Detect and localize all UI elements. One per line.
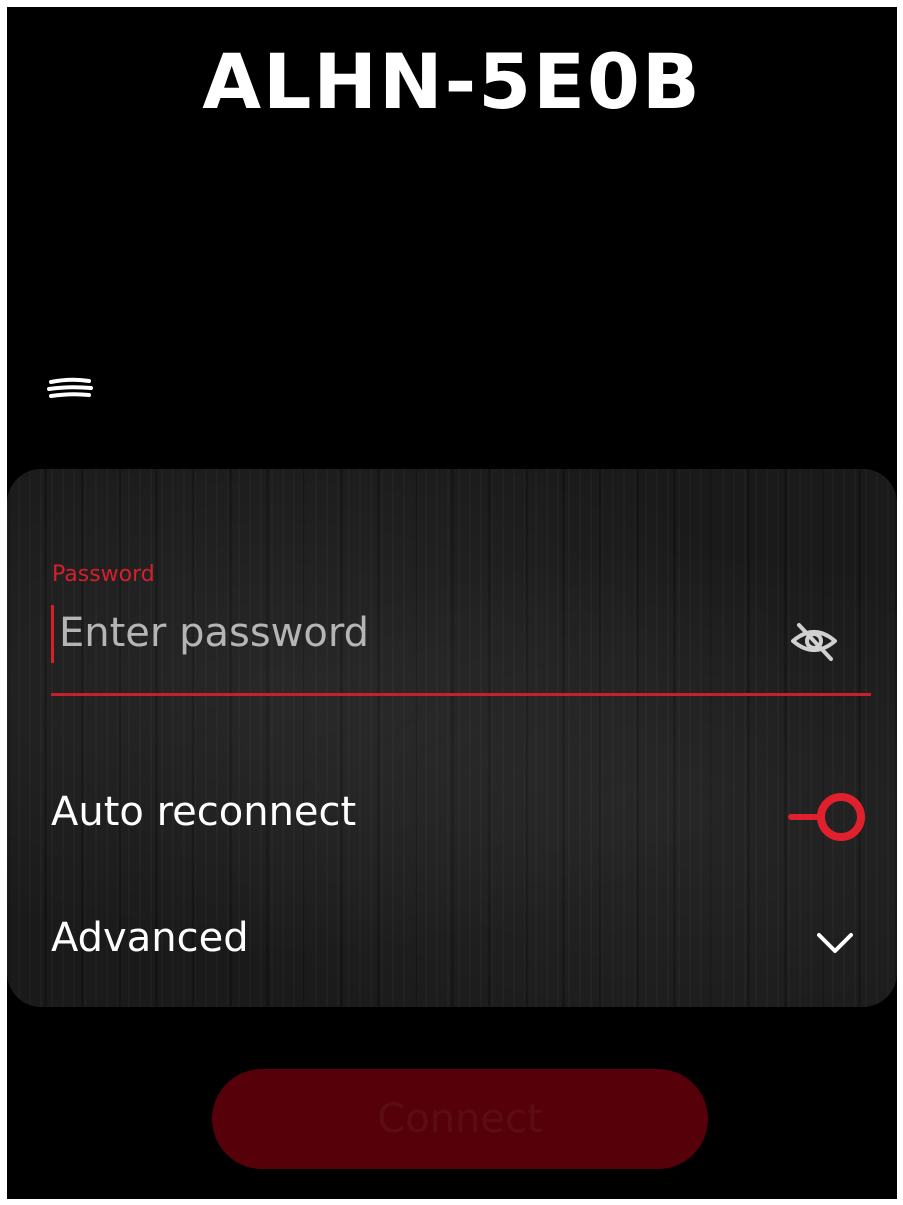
advanced-label[interactable]: Advanced — [51, 915, 249, 961]
network-name-title: ALHN-5E0B — [202, 37, 702, 126]
chevron-down-icon[interactable] — [813, 927, 857, 959]
password-underline — [51, 693, 871, 696]
connection-settings-card: Password Auto reconnect Advanced — [7, 469, 897, 1007]
password-label: Password — [52, 562, 155, 587]
auto-reconnect-toggle[interactable] — [785, 789, 871, 845]
eye-off-icon[interactable] — [787, 619, 841, 663]
connect-button[interactable]: Connect — [212, 1069, 708, 1169]
auto-reconnect-label: Auto reconnect — [51, 789, 357, 835]
password-input[interactable] — [53, 597, 759, 669]
wifi-connect-screen: ALHN-5E0B Password Auto reconnect Advanc… — [7, 7, 897, 1199]
menu-icon[interactable] — [45, 372, 95, 406]
